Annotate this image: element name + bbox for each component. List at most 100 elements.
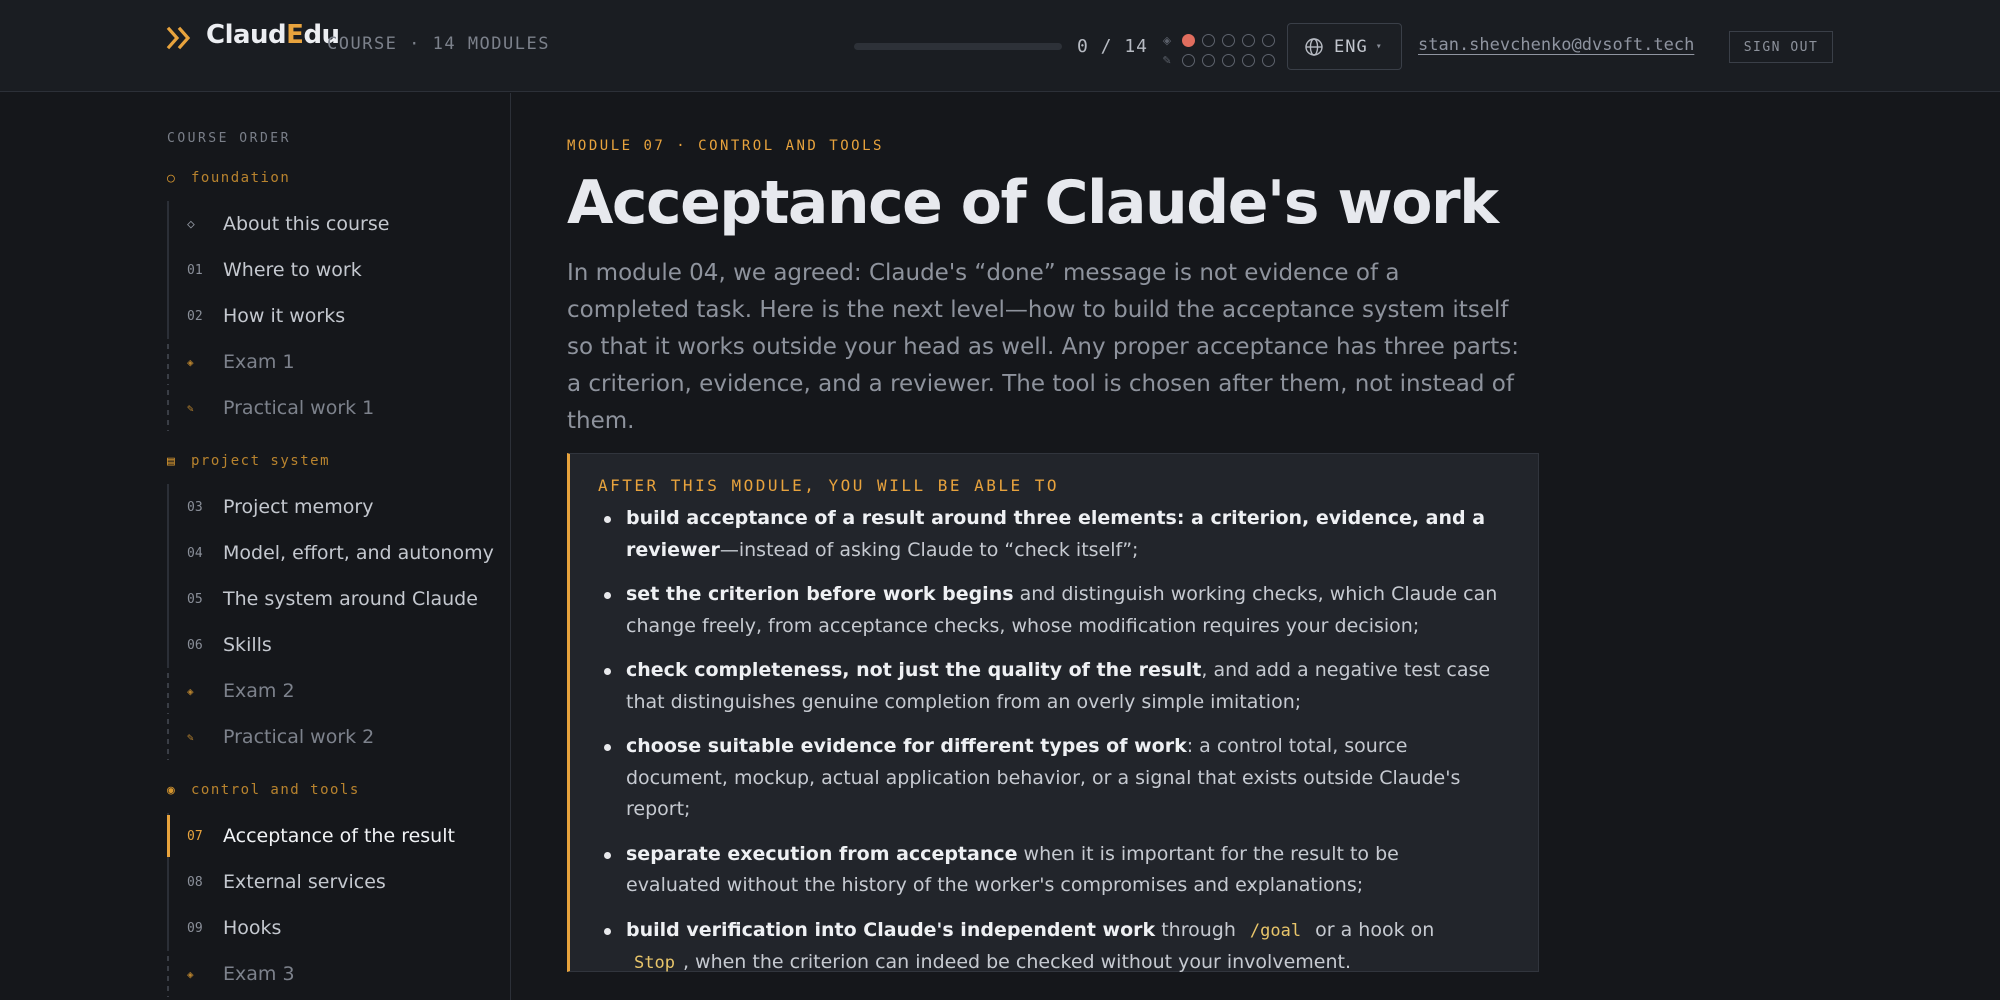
- double-chevron-logo-icon: [166, 26, 191, 50]
- sidebar-item-label: Exam 2: [223, 680, 295, 702]
- section-label: foundation: [191, 170, 291, 186]
- goal-text: , when the criterion can indeed be check…: [682, 951, 1351, 973]
- sidebar-item-practical-2[interactable]: ✎ Practical work 2: [167, 714, 494, 760]
- course-meta: COURSE · 14 MODULES: [327, 34, 550, 54]
- item-number: 05: [187, 591, 203, 607]
- status-dot: [1222, 33, 1235, 47]
- app-logo[interactable]: ClaudEdu: [206, 20, 340, 50]
- item-number: 04: [187, 545, 203, 561]
- exam-icon: ◈: [1162, 33, 1172, 47]
- sidebar-item-05[interactable]: 05 The system around Claude: [167, 576, 494, 622]
- goal-emphasis: choose suitable evidence for different t…: [626, 735, 1187, 757]
- goal-text: —instead of asking Claude to “check itse…: [719, 538, 1139, 561]
- list-item: build verification into Claude's indepen…: [598, 915, 1498, 980]
- dot-row: ◈: [1158, 30, 1282, 50]
- goal-text: or a hook on: [1309, 918, 1435, 941]
- item-number: 08: [187, 874, 203, 890]
- course-sidebar: COURSE ORDER ○ foundation ◇ About this c…: [0, 93, 511, 1000]
- sidebar-item-01[interactable]: 01 Where to work: [167, 247, 389, 293]
- status-dot: [1202, 53, 1215, 67]
- goal-emphasis: build verification into Claude's indepen…: [626, 918, 1156, 941]
- item-number: 07: [187, 828, 203, 844]
- sidebar-item-exam-3[interactable]: ◈ Exam 3: [167, 951, 455, 997]
- sidebar-item-label: About this course: [223, 213, 390, 235]
- section-header: ▤ project system: [167, 450, 494, 472]
- callout-title: AFTER THIS MODULE, YOU WILL BE ABLE TO: [598, 476, 1060, 495]
- sign-out-button[interactable]: SIGN OUT: [1729, 31, 1833, 63]
- inline-code: /goal: [1249, 920, 1302, 941]
- status-dot: [1182, 53, 1195, 67]
- sidebar-item-exam-1[interactable]: ◈ Exam 1: [167, 339, 389, 385]
- goal-emphasis: separate execution from acceptance: [626, 842, 1018, 865]
- section-label: control and tools: [191, 782, 360, 798]
- sidebar-item-label: Hooks: [223, 917, 282, 939]
- list-item: separate execution from acceptance when …: [598, 839, 1498, 902]
- section-items: 07 Acceptance of the result 08 External …: [167, 813, 455, 997]
- list-item: check completeness, not just the quality…: [598, 655, 1498, 718]
- item-number: 06: [187, 637, 203, 653]
- exam-icon: ◈: [187, 684, 194, 698]
- item-number: 02: [187, 308, 203, 324]
- progress-count: 0 / 14: [1077, 36, 1149, 57]
- goal-emphasis: check completeness, not just the quality…: [626, 659, 1202, 681]
- sidebar-item-label: Practical work 2: [223, 726, 375, 748]
- item-number: 09: [187, 920, 203, 936]
- list-item: choose suitable evidence for different t…: [598, 731, 1498, 826]
- language-selector[interactable]: ENG ▾: [1287, 23, 1402, 70]
- item-number: 01: [187, 262, 203, 278]
- outcomes-list: build acceptance of a result around thre…: [598, 503, 1510, 980]
- logo-text-main: Claud: [206, 20, 287, 50]
- language-label: ENG: [1334, 36, 1368, 57]
- globe-icon: [1305, 37, 1323, 56]
- sidebar-item-label: How it works: [223, 305, 346, 327]
- stack-icon: ▤: [167, 453, 177, 469]
- sidebar-item-label: Practical work 1: [223, 397, 375, 419]
- sidebar-item-about[interactable]: ◇ About this course: [167, 201, 389, 247]
- sidebar-title: COURSE ORDER: [167, 131, 291, 146]
- assessment-status-dots: ◈ ✎: [1158, 30, 1282, 70]
- status-dot: [1182, 33, 1195, 47]
- module-kicker: MODULE 07 · CONTROL AND TOOLS: [567, 138, 884, 154]
- sidebar-item-label: Project memory: [223, 496, 374, 518]
- pencil-icon: ✎: [187, 401, 194, 415]
- status-dot: [1202, 33, 1215, 47]
- list-item: build acceptance of a result around thre…: [598, 503, 1498, 566]
- sidebar-item-label: Exam 3: [223, 963, 295, 985]
- exam-icon: ◈: [187, 355, 194, 369]
- goal-text: through: [1155, 918, 1242, 941]
- sidebar-item-02[interactable]: 02 How it works: [167, 293, 389, 339]
- course-progress-bar: [854, 43, 1062, 50]
- module-intro: In module 04, we agreed: Claude's “done”…: [567, 260, 1519, 434]
- sidebar-item-06[interactable]: 06 Skills: [167, 622, 494, 668]
- sidebar-item-04[interactable]: 04 Model, effort, and autonomy: [167, 530, 494, 576]
- sidebar-section-foundation: ○ foundation ◇ About this course 01 Wher…: [167, 167, 389, 431]
- logo-text-accent: E: [286, 20, 304, 50]
- status-dot: [1242, 33, 1255, 47]
- top-bar: ClaudEdu COURSE · 14 MODULES 0 / 14 ◈ ✎ E…: [0, 0, 2000, 92]
- sidebar-item-label: The system around Claude: [223, 588, 478, 610]
- user-email-link[interactable]: stan.shevchenko@dvsoft.tech: [1418, 35, 1694, 55]
- sidebar-item-09[interactable]: 09 Hooks: [167, 905, 455, 951]
- status-dot: [1222, 53, 1235, 67]
- sidebar-item-practical-1[interactable]: ✎ Practical work 1: [167, 385, 389, 431]
- diamond-icon: ◇: [187, 216, 195, 232]
- section-header: ◉ control and tools: [167, 779, 455, 801]
- practice-icon: ✎: [1162, 53, 1172, 67]
- goal-emphasis: set the criterion before work begins: [626, 583, 1014, 605]
- sidebar-item-08[interactable]: 08 External services: [167, 859, 455, 905]
- target-icon: ◉: [167, 782, 177, 798]
- status-dot: [1262, 33, 1275, 47]
- section-items: 03 Project memory 04 Model, effort, and …: [167, 484, 494, 760]
- section-header: ○ foundation: [167, 167, 389, 189]
- sidebar-section-project-system: ▤ project system 03 Project memory 04 Mo…: [167, 450, 494, 760]
- sidebar-item-label: Acceptance of the result: [223, 825, 455, 847]
- sidebar-item-label: Skills: [223, 634, 272, 656]
- status-dot: [1242, 53, 1255, 67]
- chevron-down-icon: ▾: [1375, 41, 1383, 52]
- sidebar-section-control-and-tools: ◉ control and tools 07 Acceptance of the…: [167, 779, 455, 997]
- sidebar-item-07[interactable]: 07 Acceptance of the result: [167, 813, 455, 859]
- status-dot: [1262, 53, 1275, 67]
- sidebar-item-03[interactable]: 03 Project memory: [167, 484, 494, 530]
- sidebar-item-exam-2[interactable]: ◈ Exam 2: [167, 668, 494, 714]
- sidebar-item-label: Exam 1: [223, 351, 295, 373]
